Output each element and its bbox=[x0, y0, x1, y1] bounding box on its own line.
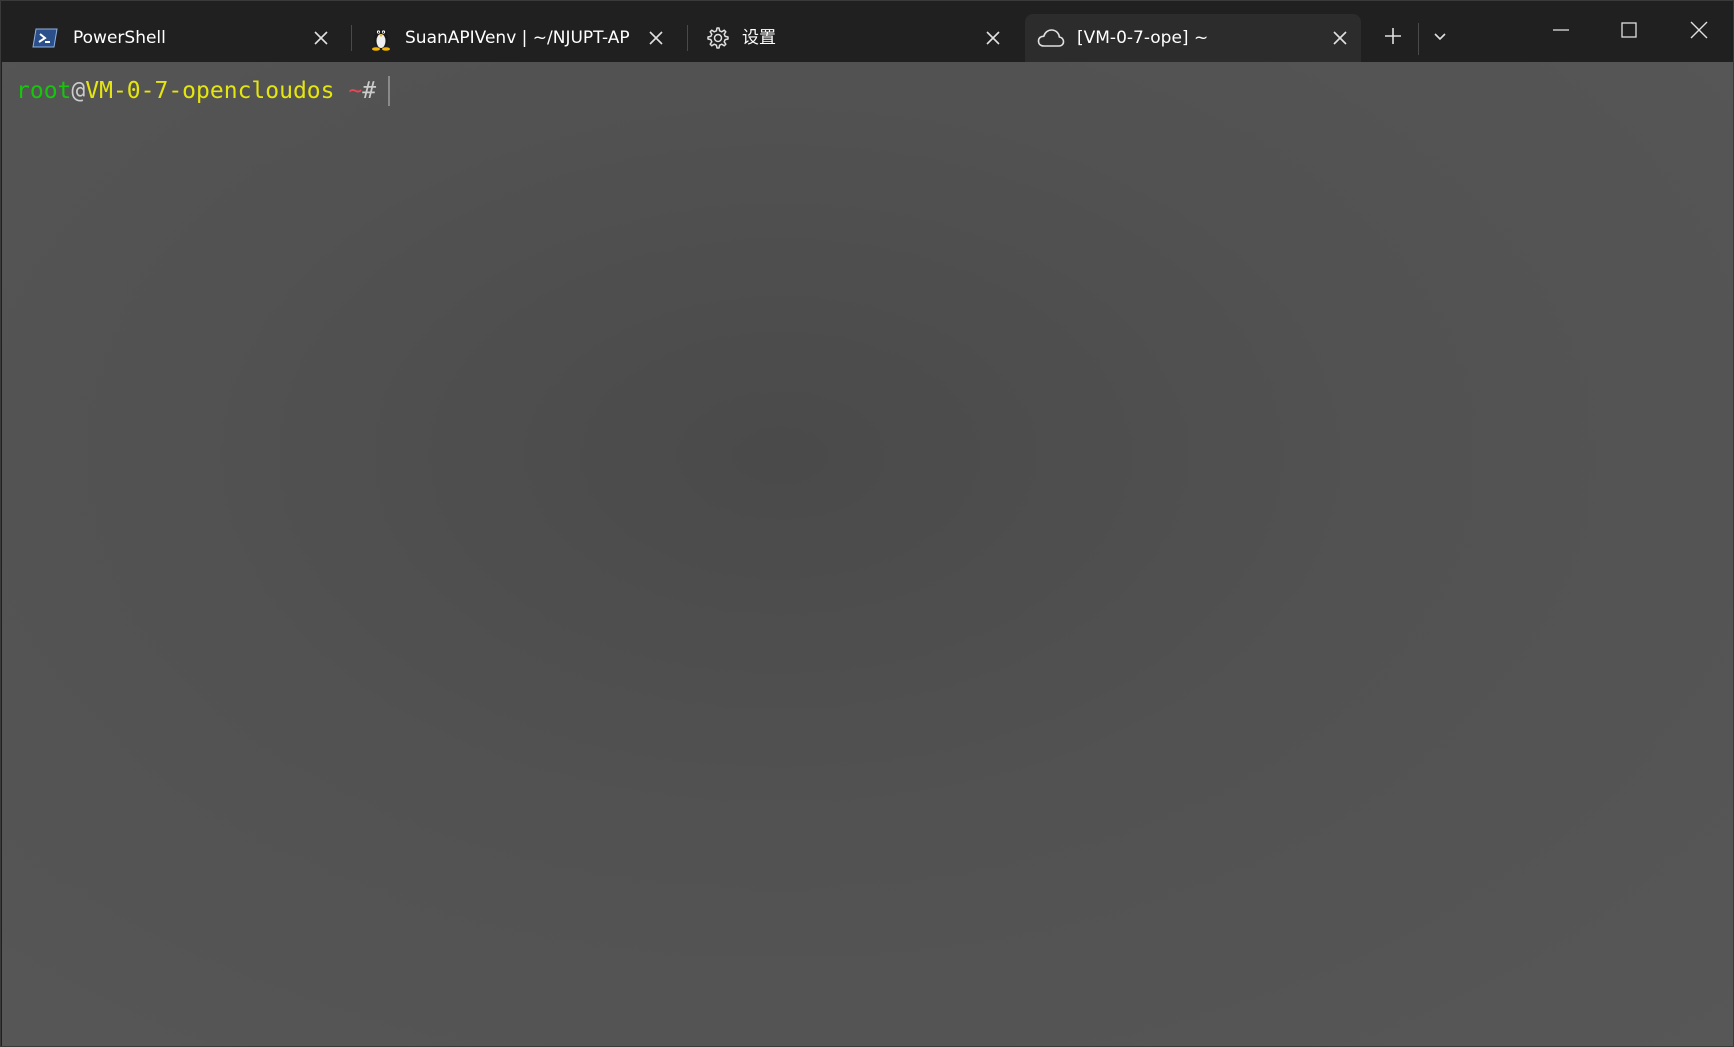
tab-label: PowerShell bbox=[73, 28, 166, 48]
tab-label: SuanAPIVenv | ~/NJUPT-API bbox=[405, 28, 630, 48]
tab-suanapivenv[interactable]: SuanAPIVenv | ~/NJUPT-API bbox=[349, 14, 679, 62]
tab-close-icon[interactable] bbox=[1328, 26, 1352, 50]
maximize-button[interactable] bbox=[1609, 15, 1649, 49]
terminal-pane[interactable]: root@VM-0-7-opencloudos ~# bbox=[2, 62, 1733, 1046]
text-cursor bbox=[388, 76, 391, 106]
shell-prompt: root@VM-0-7-opencloudos ~# bbox=[16, 76, 391, 106]
tab-close-icon[interactable] bbox=[309, 26, 333, 50]
tab-close-icon[interactable] bbox=[981, 26, 1005, 50]
tab-settings[interactable]: 设置 bbox=[685, 14, 1015, 62]
tab-label: [VM-0-7-ope] ~ bbox=[1077, 28, 1209, 48]
close-icon bbox=[1690, 21, 1708, 43]
new-tab-button[interactable] bbox=[1378, 23, 1408, 53]
gear-icon bbox=[703, 26, 731, 50]
prompt-path: ~ bbox=[348, 78, 363, 104]
cloud-icon bbox=[1037, 26, 1065, 50]
prompt-host: VM-0-7-opencloudos bbox=[85, 78, 335, 104]
minimize-button[interactable] bbox=[1541, 15, 1581, 49]
maximize-icon bbox=[1620, 21, 1638, 43]
powershell-icon bbox=[31, 26, 59, 50]
tab-bar: PowerShell SuanAPIVenv | ~/NJUPT-API 设置 … bbox=[1, 1, 1733, 62]
terminal-window: PowerShell SuanAPIVenv | ~/NJUPT-API 设置 … bbox=[0, 0, 1734, 1047]
tab-separator bbox=[1418, 23, 1419, 55]
tab-powershell[interactable]: PowerShell bbox=[13, 14, 343, 62]
tab-label: 设置 bbox=[742, 28, 776, 48]
tab-vm-ssh[interactable]: [VM-0-7-ope] ~ bbox=[1025, 14, 1361, 62]
chevron-down-icon bbox=[1432, 28, 1448, 48]
prompt-symbol: # bbox=[362, 78, 377, 104]
tab-close-icon[interactable] bbox=[644, 26, 668, 50]
prompt-at: @ bbox=[71, 78, 86, 104]
close-window-button[interactable] bbox=[1679, 15, 1719, 49]
minimize-icon bbox=[1552, 21, 1570, 43]
plus-icon bbox=[1384, 27, 1402, 49]
prompt-user: root bbox=[16, 78, 72, 104]
linux-penguin-icon bbox=[367, 26, 395, 51]
tab-dropdown-button[interactable] bbox=[1425, 23, 1455, 53]
